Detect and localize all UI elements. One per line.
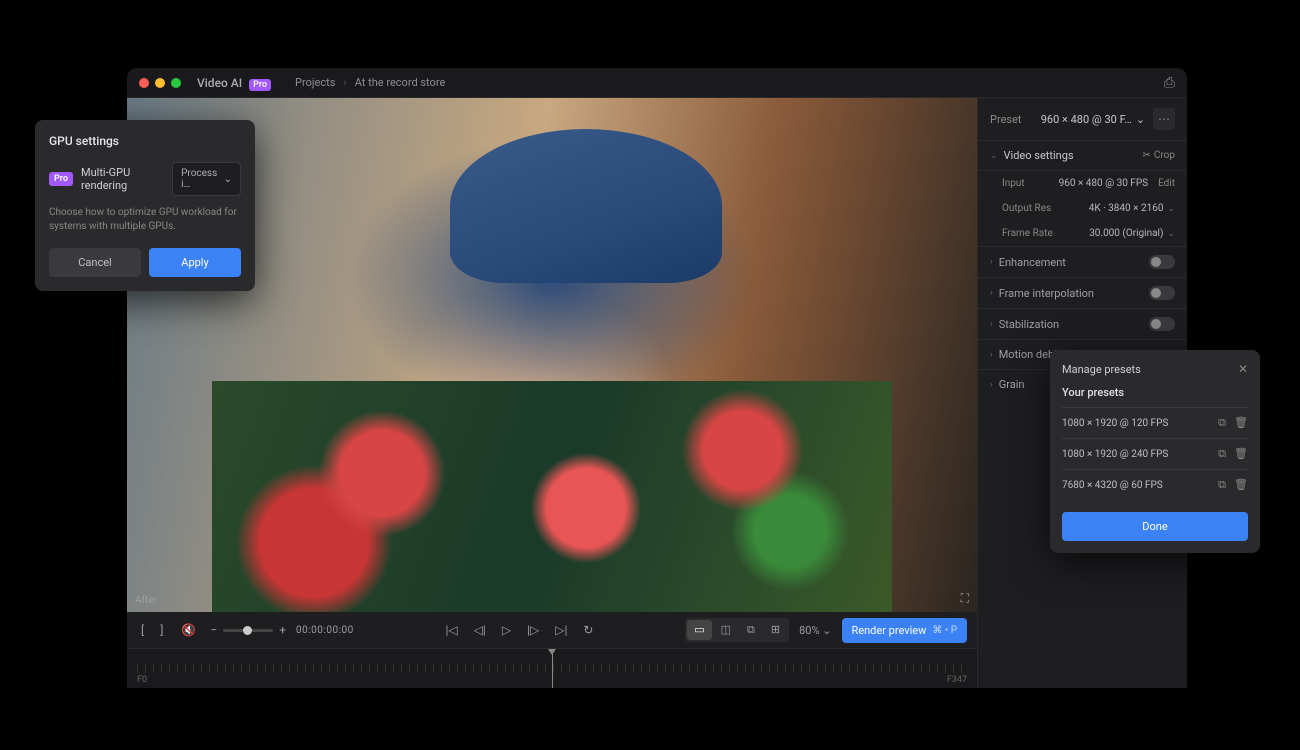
preset-item: 1080 × 1920 @ 120 FPS ⧉ 🗑 [1062, 407, 1248, 438]
playhead-icon[interactable] [552, 649, 553, 688]
skip-end-icon[interactable]: ▷| [551, 621, 571, 639]
crop-icon: ✂ [1142, 150, 1150, 161]
your-presets-label: Your presets [1062, 386, 1248, 399]
breadcrumb-current[interactable]: At the record store [355, 76, 446, 89]
chevron-right-icon: › [990, 350, 993, 360]
window-controls [139, 78, 181, 88]
popover-title: Manage presets [1062, 363, 1141, 376]
preset-row: Preset 960 × 480 @ 30 F… ⋯ [978, 98, 1187, 141]
maximize-window-icon[interactable] [171, 78, 181, 88]
input-setting-row: Input 960 × 480 @ 30 FPS Edit [978, 171, 1187, 196]
mute-icon[interactable]: 🔇 [177, 621, 200, 639]
chevron-right-icon: › [990, 257, 993, 267]
apply-button[interactable]: Apply [149, 248, 241, 277]
close-window-icon[interactable] [139, 78, 149, 88]
skip-start-icon[interactable]: |◁ [442, 621, 462, 639]
delete-icon[interactable]: 🗑 [1234, 478, 1248, 492]
app-name: Video AI [197, 76, 242, 90]
chevron-right-icon: › [990, 319, 993, 329]
timecode: 00:00:00:00 [296, 625, 354, 636]
app-window: Video AI Pro Projects › At the record st… [127, 68, 1187, 688]
preset-label: Preset [990, 113, 1022, 126]
mark-out-icon[interactable]: ] [156, 621, 167, 639]
preset-item: 1080 × 1920 @ 240 FPS ⧉ 🗑 [1062, 438, 1248, 469]
delete-icon[interactable]: 🗑 [1234, 447, 1248, 461]
frame-rate-row[interactable]: Frame Rate 30.000 (Original) [978, 221, 1187, 246]
pro-badge: Pro [249, 79, 271, 91]
fullscreen-icon[interactable]: ⛶ [961, 591, 969, 606]
copy-icon[interactable]: ⧉ [1218, 416, 1226, 430]
stabilization-toggle[interactable] [1149, 317, 1175, 331]
zoom-plus-icon[interactable]: + [279, 623, 286, 637]
copy-icon[interactable]: ⧉ [1218, 447, 1226, 461]
gpu-modal-title: GPU settings [49, 134, 241, 148]
preset-more-button[interactable]: ⋯ [1153, 108, 1175, 130]
input-edit-link[interactable]: Edit [1158, 178, 1175, 189]
preview-after-label: After [135, 595, 157, 606]
titlebar: Video AI Pro Projects › At the record st… [127, 68, 1187, 98]
minimize-window-icon[interactable] [155, 78, 165, 88]
preset-select[interactable]: 960 × 480 @ 30 F… [1041, 113, 1145, 126]
zoom-percent-select[interactable]: 80% [799, 624, 831, 637]
gpu-process-select[interactable]: Process i… [172, 162, 241, 196]
enhancement-toggle[interactable] [1149, 255, 1175, 269]
chevron-down-icon [1167, 229, 1175, 239]
copy-icon[interactable]: ⧉ [1218, 478, 1226, 492]
render-preview-button[interactable]: Render preview ⌘ • P [842, 618, 968, 643]
multigpu-label: Multi-GPU rendering [81, 166, 164, 192]
chevron-right-icon: › [990, 288, 993, 298]
chevron-down-icon [224, 174, 232, 185]
app-title: Video AI Pro [197, 76, 271, 90]
video-settings-header[interactable]: ⌄ Video settings ✂ Crop [978, 141, 1187, 171]
gpu-desc: Choose how to optimize GPU workload for … [49, 206, 241, 234]
output-res-row[interactable]: Output Res 4K · 3840 × 2160 [978, 196, 1187, 221]
chevron-down-icon [1136, 113, 1145, 126]
view-single-icon[interactable]: ▭ [687, 620, 711, 640]
play-icon[interactable]: ▷ [498, 621, 515, 639]
frame-interpolation-section[interactable]: › Frame interpolation [978, 277, 1187, 308]
zoom-minus-icon[interactable]: − [210, 623, 217, 637]
breadcrumb: Projects › At the record store [295, 76, 445, 89]
gpu-settings-modal: GPU settings Pro Multi-GPU rendering Pro… [35, 120, 255, 291]
chevron-down-icon: ⌄ [990, 151, 998, 161]
view-grid-icon[interactable]: ⊞ [764, 620, 787, 640]
zoom-slider[interactable]: − + [210, 623, 286, 637]
close-icon[interactable]: ✕ [1238, 362, 1248, 376]
stabilization-section[interactable]: › Stabilization [978, 308, 1187, 339]
chevron-down-icon [822, 624, 831, 637]
playbar: [ ] 🔇 − + 00:00:00:00 |◁ ◁| ▷ |▷ ▷| ↻ [127, 612, 977, 648]
enhancement-section[interactable]: › Enhancement [978, 246, 1187, 277]
export-icon[interactable]: ⎙ [1164, 75, 1175, 91]
view-mode-switcher: ▭ ◫ ⧉ ⊞ [685, 618, 789, 642]
pro-badge: Pro [49, 172, 73, 186]
timeline-end-label: F347 [947, 675, 967, 685]
next-frame-icon[interactable]: |▷ [523, 621, 543, 639]
delete-icon[interactable]: 🗑 [1234, 416, 1248, 430]
timeline[interactable]: F0 F347 [127, 648, 977, 688]
loop-icon[interactable]: ↻ [579, 621, 597, 639]
chevron-right-icon: › [990, 380, 993, 390]
frame-interpolation-toggle[interactable] [1149, 286, 1175, 300]
mark-in-icon[interactable]: [ [137, 621, 148, 639]
chevron-down-icon [1167, 204, 1175, 214]
preset-item: 7680 × 4320 @ 60 FPS ⧉ 🗑 [1062, 469, 1248, 500]
crop-button[interactable]: ✂ Crop [1142, 150, 1175, 161]
manage-presets-popover: Manage presets ✕ Your presets 1080 × 192… [1050, 350, 1260, 553]
prev-frame-icon[interactable]: ◁| [470, 621, 490, 639]
video-settings-title: Video settings [1004, 149, 1074, 162]
cancel-button[interactable]: Cancel [49, 248, 141, 277]
view-side-icon[interactable]: ⧉ [740, 620, 762, 640]
breadcrumb-sep-icon: › [343, 76, 346, 89]
timeline-start-label: F0 [137, 675, 147, 685]
breadcrumb-root[interactable]: Projects [295, 76, 335, 89]
view-split-icon[interactable]: ◫ [714, 620, 738, 640]
done-button[interactable]: Done [1062, 512, 1248, 541]
